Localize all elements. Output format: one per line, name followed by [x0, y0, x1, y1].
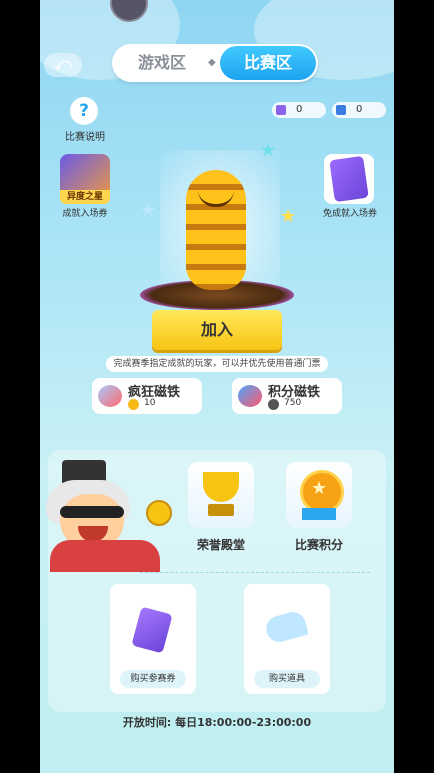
question-icon: ?: [79, 101, 89, 121]
ticket-icon: [329, 155, 369, 203]
crazy-magnet-item[interactable]: 疯狂磁铁 10: [92, 378, 202, 414]
ribbon: [302, 508, 336, 520]
coat: [50, 540, 160, 572]
help-button[interactable]: ?: [70, 97, 98, 125]
silver-coin-icon: [268, 399, 279, 410]
magnet-price: 750: [284, 398, 302, 408]
back-button[interactable]: ⤺: [44, 53, 82, 77]
join-button[interactable]: 加入: [152, 310, 282, 350]
star-icon: ★: [311, 478, 328, 499]
trophy-base: [208, 504, 234, 516]
buy-ticket-card[interactable]: 购买参赛券: [110, 584, 196, 694]
blue-ticket-icon: [336, 105, 346, 115]
purple-ticket-counter: 0: [272, 102, 326, 118]
tab-separator-icon: ◆: [208, 57, 216, 68]
free-ticket-label: 免成就入场券: [322, 209, 377, 219]
match-points-card[interactable]: ★: [286, 462, 352, 528]
buy-item-card[interactable]: 购买道具: [244, 584, 330, 694]
tab-game-zone[interactable]: 游戏区: [122, 44, 202, 82]
game-screen: ⤺ 游戏区 ◆ 比赛区 ? 比赛说明 0 0 异度之星 成就入场券 免成就入场券…: [40, 0, 394, 773]
hall-of-honor-label: 荣誉殿堂: [196, 538, 245, 552]
coin-icon: [128, 399, 139, 410]
join-note: 完成赛季指定成就的玩家，可以并优先使用普通门票: [106, 356, 328, 372]
points-magnet-item[interactable]: 积分磁铁 750: [232, 378, 342, 414]
mascot-character: [186, 170, 246, 290]
counter-value: 0: [356, 104, 363, 115]
zone-tabs: 游戏区 ◆ 比赛区: [112, 44, 318, 82]
magnet-price: 10: [144, 398, 156, 408]
divider: [140, 572, 370, 573]
magnet-icon: [238, 385, 262, 407]
star-icon: ★: [260, 140, 277, 161]
match-points-label: 比赛积分: [294, 538, 343, 552]
trophy-icon: [203, 472, 239, 502]
magnet-icon: [98, 385, 122, 407]
professor-character: [40, 460, 184, 572]
buy-ticket-button[interactable]: 购买参赛券: [120, 670, 186, 688]
hall-of-honor-card[interactable]: [188, 462, 254, 528]
mask: [60, 506, 124, 518]
help-label: 比赛说明: [65, 132, 105, 143]
counter-value: 0: [296, 104, 303, 115]
wing-icon: [263, 609, 309, 645]
item-badge: 异度之星: [60, 190, 110, 204]
buy-item-button[interactable]: 购买道具: [254, 670, 320, 688]
medal-coin-icon: [146, 500, 172, 526]
star-icon: ★: [140, 200, 157, 221]
blue-ticket-counter: 0: [332, 102, 386, 118]
ticket-icon: [131, 606, 173, 654]
tab-match-zone[interactable]: 比赛区: [220, 46, 316, 80]
star-icon: ★: [280, 206, 297, 227]
open-time: 开放时间: 每日18:00:00-23:00:00: [122, 716, 312, 729]
back-arrow-icon: ⤺: [53, 54, 73, 75]
achievement-ticket-label: 成就入场券: [62, 209, 108, 219]
purple-ticket-icon: [276, 105, 286, 115]
